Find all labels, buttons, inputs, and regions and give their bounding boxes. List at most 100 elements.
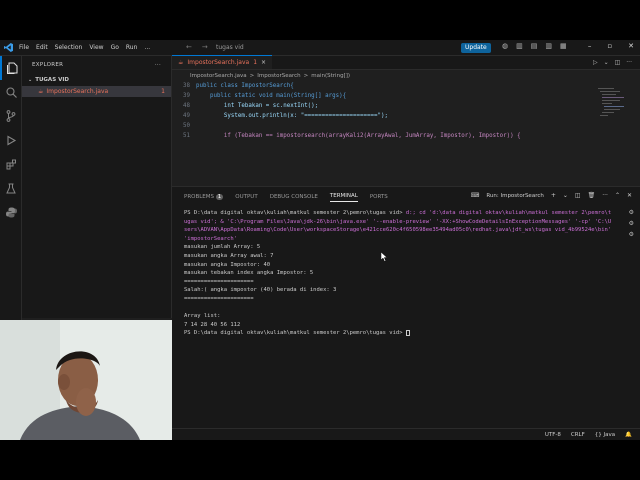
tab-close-icon[interactable]: ×: [261, 59, 266, 66]
terminal-final-prompt: PS D:\data digital oktav\kuliah\matkul s…: [184, 330, 406, 337]
breadcrumb-class[interactable]: ImpostorSearch: [257, 73, 300, 79]
tab-output[interactable]: OUTPUT: [235, 194, 257, 200]
explorer-title: EXPLORER: [32, 62, 64, 68]
terminal-line: masukan angka Impostor: 40: [184, 261, 271, 268]
tab-ports[interactable]: PORTS: [370, 194, 388, 200]
files-icon[interactable]: [0, 56, 22, 80]
command-center[interactable]: tugas vid: [212, 43, 452, 53]
tab-badge: 1: [253, 59, 258, 66]
java-file-icon: ☕: [38, 88, 44, 95]
tab-debug-console[interactable]: DEBUG CONSOLE: [270, 194, 318, 200]
explorer-more-icon[interactable]: ···: [155, 62, 161, 68]
terminal-line: masukan angka Array awal: 7: [184, 252, 274, 259]
breadcrumb: ImpostorSearch.java > ImpostorSearch > m…: [172, 70, 640, 81]
file-problem-badge: 1: [161, 88, 165, 95]
tab-problems[interactable]: PROBLEMS 1: [184, 194, 224, 200]
code-text: public class ImpostorSearch{: [196, 83, 294, 89]
terminal-icon: ⌨: [470, 192, 480, 199]
terminal-instance-icon[interactable]: ⚙: [629, 231, 634, 238]
trash-icon[interactable]: 🗑: [588, 192, 596, 199]
menu-file[interactable]: File: [19, 44, 29, 51]
maximize-icon[interactable]: ▫: [607, 42, 612, 50]
tab-terminal[interactable]: TERMINAL: [329, 193, 358, 202]
code-text: System.out.println(x: "=================…: [196, 113, 388, 119]
tab-impostorsearch-java[interactable]: ☕ ImpostorSearch.java 1 ×: [172, 55, 273, 69]
menu-selection[interactable]: Selection: [55, 44, 83, 51]
bell-icon[interactable]: 🔔: [625, 432, 632, 438]
terminal-line: masukan tebakan index angka Impostor: 5: [184, 270, 314, 277]
code-line: 39 public static void main(String[] args…: [183, 93, 347, 99]
minimize-icon[interactable]: –: [588, 42, 592, 50]
code-line: 38 public class ImpostorSearch{: [183, 83, 294, 89]
file-impostorsearch-java[interactable]: ☕ ImpostorSearch.java 1: [22, 86, 171, 97]
bottom-panel: PROBLEMS 1 OUTPUT DEBUG CONSOLE TERMINAL…: [172, 186, 640, 440]
status-language[interactable]: {} Java: [595, 432, 615, 438]
terminal-cursor: [405, 329, 410, 336]
code-text: public static void main(String[] args){: [196, 93, 347, 99]
terminal-line: masukan jumlah Array: 5: [184, 244, 261, 251]
menu-run[interactable]: Run: [126, 44, 138, 51]
run-terminal-label[interactable]: Run: ImpostorSearch: [486, 193, 544, 199]
customize-layout-icon[interactable]: ▦: [560, 42, 567, 50]
webcam-person-image: [0, 320, 172, 440]
terminal-output[interactable]: PS D:\data digital oktav\kuliah\matkul s…: [184, 209, 612, 338]
code-text: int Tebakan = sc.nextInt();: [196, 103, 319, 109]
toggle-secondary-sidebar-icon[interactable]: ▥: [545, 42, 552, 50]
copilot-icon[interactable]: ◍: [502, 42, 508, 50]
minimap[interactable]: [598, 86, 626, 126]
status-eol[interactable]: CRLF: [571, 432, 585, 438]
run-icon[interactable]: ▷: [593, 59, 598, 66]
nav-arrows: ← →: [186, 43, 208, 51]
new-terminal-icon[interactable]: +: [551, 192, 556, 199]
panel-actions: ⌨ Run: ImpostorSearch + ⌄ ◫ 🗑 ··· ⌃ ✕: [471, 192, 632, 199]
run-debug-icon[interactable]: [0, 128, 22, 152]
more-actions-icon[interactable]: ···: [626, 59, 632, 66]
tab-label: ImpostorSearch.java: [187, 59, 250, 66]
search-icon[interactable]: [0, 80, 22, 104]
code-view[interactable]: 38 public class ImpostorSearch{ 39 public…: [172, 81, 640, 141]
breadcrumb-method[interactable]: main(String[]): [311, 73, 350, 79]
source-control-icon[interactable]: [0, 104, 22, 128]
explorer-header: EXPLORER ···: [22, 56, 171, 74]
code-line: 49 System.out.println(x: "==============…: [183, 113, 388, 119]
breadcrumb-sep: >: [303, 72, 309, 79]
close-panel-icon[interactable]: ✕: [627, 192, 632, 199]
forward-icon[interactable]: →: [202, 43, 208, 51]
terminal-line: 7 14 28 40 56 112: [184, 321, 241, 328]
folder-tugas-vid[interactable]: ⌄ TUGAS VID: [22, 74, 171, 86]
terminal-line: Array list:: [184, 313, 221, 320]
back-icon[interactable]: ←: [186, 43, 192, 51]
code-line: 48 int Tebakan = sc.nextInt();: [183, 103, 319, 109]
menu-go[interactable]: Go: [111, 44, 119, 51]
code-line: 51 if (Tebakan == impostorsearch(arrayKa…: [183, 133, 521, 139]
menu-more[interactable]: ...: [144, 44, 150, 51]
status-encoding[interactable]: UTF-8: [545, 432, 561, 438]
update-button[interactable]: Update: [461, 43, 491, 53]
run-dropdown-icon[interactable]: ⌄: [604, 59, 609, 66]
terminal-instance-icon[interactable]: ⚙: [629, 220, 634, 227]
split-terminal-icon[interactable]: ◫: [575, 192, 581, 199]
toggle-panel-icon[interactable]: ▤: [531, 42, 538, 50]
title-bar: File Edit Selection View Go Run ... ← → …: [0, 40, 640, 56]
menu-edit[interactable]: Edit: [36, 44, 48, 51]
breadcrumb-file[interactable]: ImpostorSearch.java: [190, 73, 247, 79]
python-icon[interactable]: [0, 200, 22, 224]
toggle-sidebar-icon[interactable]: ▥: [516, 42, 523, 50]
terminal-line: Salah:( angka impostor (40) berada di in…: [184, 287, 337, 294]
menu-view[interactable]: View: [89, 44, 103, 51]
terminal-dropdown-icon[interactable]: ⌄: [563, 192, 568, 199]
maximize-panel-icon[interactable]: ⌃: [615, 192, 620, 199]
split-editor-icon[interactable]: ◫: [615, 59, 621, 66]
terminal-line: =====================: [184, 295, 254, 302]
problems-count-badge: 1: [215, 194, 224, 200]
vscode-logo-icon: [0, 40, 16, 56]
more-actions-icon[interactable]: ···: [602, 192, 608, 199]
layout-controls: ◍ ▥ ▤ ▥ ▦: [502, 42, 567, 50]
terminal-line: =====================: [184, 278, 254, 285]
status-bar: UTF-8 CRLF {} Java 🔔: [172, 428, 640, 440]
testing-icon[interactable]: [0, 176, 22, 200]
webcam-overlay: [0, 320, 172, 440]
terminal-instance-icon[interactable]: ⚙: [629, 209, 634, 216]
close-icon[interactable]: ✕: [628, 42, 634, 50]
extensions-icon[interactable]: [0, 152, 22, 176]
